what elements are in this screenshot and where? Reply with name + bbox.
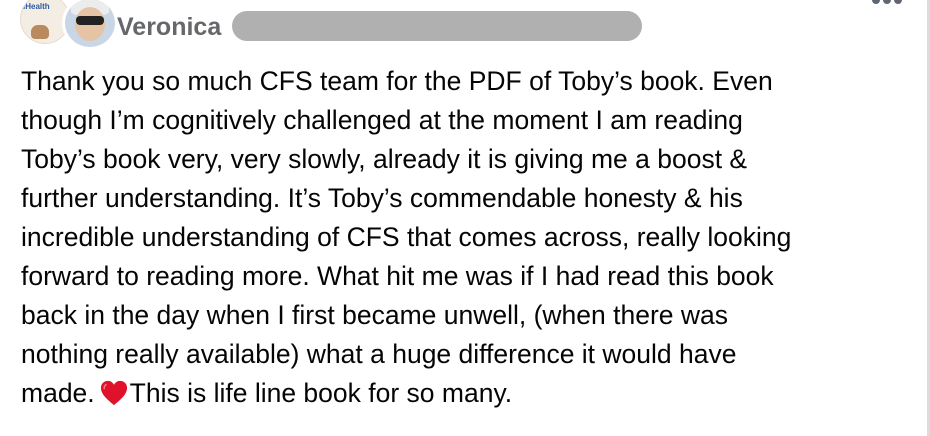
post-body-line: forward to reading more. What hit me was… — [21, 261, 774, 291]
red-heart-icon — [100, 380, 127, 406]
more-dot-icon — [872, 0, 880, 4]
avatar-group[interactable]: iHealth — [20, 0, 118, 50]
post-body-last-line: made. This is life line book for so many. — [21, 374, 921, 413]
avatar-sunglasses — [76, 16, 104, 25]
more-options-button[interactable] — [868, 0, 908, 10]
redacted-name-bar — [232, 11, 642, 41]
author-name-link[interactable]: Veronica — [117, 12, 221, 42]
comment-post: iHealth Veronica Thank you so much CFS t… — [0, 0, 930, 436]
avatar-badge-label: iHealth — [23, 2, 50, 11]
more-dot-icon — [894, 0, 902, 4]
post-body-segment: This is life line book for so many. — [129, 378, 513, 408]
post-body-text: Thank you so much CFS team for the PDF o… — [21, 62, 921, 413]
author-avatar[interactable] — [62, 0, 118, 50]
post-body-line: Toby’s book very, very slowly, already i… — [21, 144, 748, 174]
post-body-line: Thank you so much CFS team for the PDF o… — [21, 66, 773, 96]
post-body-line: further understanding. It’s Toby’s comme… — [21, 183, 743, 213]
post-body-line: though I’m cognitively challenged at the… — [21, 105, 743, 135]
post-body-line: incredible understanding of CFS that com… — [21, 222, 792, 252]
post-body-segment: made. — [21, 378, 95, 408]
post-body-line: back in the day when I first became unwe… — [21, 300, 729, 330]
post-body-line: nothing really available) what a huge di… — [21, 339, 737, 369]
more-dot-icon — [883, 0, 891, 4]
pet-icon — [31, 25, 49, 39]
